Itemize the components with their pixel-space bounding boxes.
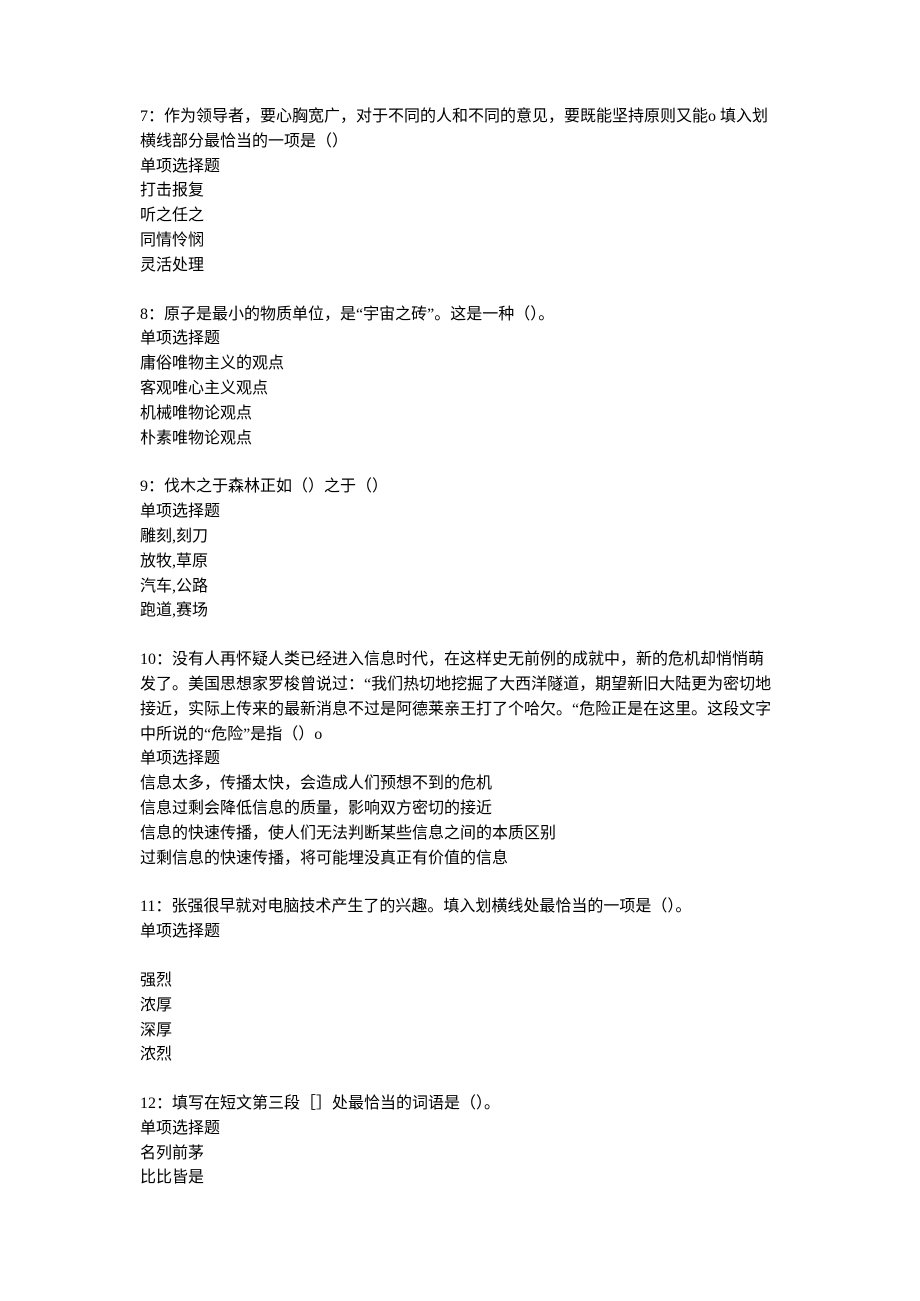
- question-type-label: 单项选择题: [140, 500, 780, 525]
- question-text: 作为领导者，要心胸宽广，对于不同的人和不同的意见，要既能坚持原则又能o 填入划横…: [140, 108, 768, 150]
- blank-line: [140, 945, 780, 969]
- question-stem: 8：原子是最小的物质单位，是“宇宙之砖”。这是一种（）。: [140, 303, 780, 328]
- question-option: 机械唯物论观点: [140, 402, 780, 427]
- question-text: 没有人再怀疑人类已经进入信息时代，在这样史无前例的成就中，新的危机却悄悄萌发了。…: [140, 651, 771, 742]
- question-type-label: 单项选择题: [140, 1117, 780, 1142]
- question-text: 原子是最小的物质单位，是“宇宙之砖”。这是一种（）。: [164, 306, 554, 323]
- question-option: 浓厚: [140, 994, 780, 1019]
- question-option: 客观唯心主义观点: [140, 377, 780, 402]
- question-text: 填写在短文第三段［］处最恰当的词语是（）。: [172, 1095, 500, 1112]
- question-block: 10：没有人再怀疑人类已经进入信息时代，在这样史无前例的成就中，新的危机却悄悄萌…: [140, 648, 780, 871]
- question-option: 名列前茅: [140, 1142, 780, 1167]
- question-option: 深厚: [140, 1019, 780, 1044]
- question-option: 信息太多，传播太快，会造成人们预想不到的危机: [140, 772, 780, 797]
- question-option: 浓烈: [140, 1043, 780, 1068]
- question-block: 8：原子是最小的物质单位，是“宇宙之砖”。这是一种（）。 单项选择题 庸俗唯物主…: [140, 303, 780, 452]
- question-stem: 10：没有人再怀疑人类已经进入信息时代，在这样史无前例的成就中，新的危机却悄悄萌…: [140, 648, 780, 747]
- question-option: 打击报复: [140, 179, 780, 204]
- question-block: 11：张强很早就对电脑技术产生了的兴趣。填入划横线处最恰当的一项是（）。 单项选…: [140, 895, 780, 1068]
- question-option: 雕刻,刻刀: [140, 525, 780, 550]
- question-block: 12：填写在短文第三段［］处最恰当的词语是（）。 单项选择题 名列前茅 比比皆是: [140, 1092, 780, 1191]
- question-option: 灵活处理: [140, 254, 780, 279]
- question-stem: 12：填写在短文第三段［］处最恰当的词语是（）。: [140, 1092, 780, 1117]
- question-option: 放牧,草原: [140, 550, 780, 575]
- question-type-label: 单项选择题: [140, 155, 780, 180]
- document-page: 7：作为领导者，要心胸宽广，对于不同的人和不同的意见，要既能坚持原则又能o 填入…: [0, 0, 920, 1301]
- question-option: 庸俗唯物主义的观点: [140, 352, 780, 377]
- question-text: 伐木之于森林正如（）之于（）: [164, 478, 388, 495]
- question-block: 9：伐木之于森林正如（）之于（） 单项选择题 雕刻,刻刀 放牧,草原 汽车,公路…: [140, 475, 780, 624]
- question-option: 过剩信息的快速传播，将可能埋没真正有价值的信息: [140, 847, 780, 872]
- question-option: 跑道,赛场: [140, 599, 780, 624]
- question-block: 7：作为领导者，要心胸宽广，对于不同的人和不同的意见，要既能坚持原则又能o 填入…: [140, 105, 780, 279]
- question-number: 7：: [140, 108, 164, 125]
- question-stem: 11：张强很早就对电脑技术产生了的兴趣。填入划横线处最恰当的一项是（）。: [140, 895, 780, 920]
- question-type-label: 单项选择题: [140, 327, 780, 352]
- question-option: 信息的快速传播，使人们无法判断某些信息之间的本质区别: [140, 822, 780, 847]
- question-option: 汽车,公路: [140, 575, 780, 600]
- question-number: 9：: [140, 478, 164, 495]
- question-number: 8：: [140, 306, 164, 323]
- question-option: 信息过剩会降低信息的质量，影响双方密切的接近: [140, 797, 780, 822]
- question-option: 朴素唯物论观点: [140, 427, 780, 452]
- question-option: 同情怜悯: [140, 229, 780, 254]
- question-number: 12：: [140, 1095, 172, 1112]
- question-option: 强烈: [140, 969, 780, 994]
- question-type-label: 单项选择题: [140, 747, 780, 772]
- question-text: 张强很早就对电脑技术产生了的兴趣。填入划横线处最恰当的一项是（）。: [171, 898, 691, 915]
- question-number: 11：: [140, 898, 171, 915]
- question-option: 听之任之: [140, 204, 780, 229]
- question-stem: 9：伐木之于森林正如（）之于（）: [140, 475, 780, 500]
- question-type-label: 单项选择题: [140, 920, 780, 945]
- question-stem: 7：作为领导者，要心胸宽广，对于不同的人和不同的意见，要既能坚持原则又能o 填入…: [140, 105, 780, 155]
- question-option: 比比皆是: [140, 1166, 780, 1191]
- question-number: 10：: [140, 651, 172, 668]
